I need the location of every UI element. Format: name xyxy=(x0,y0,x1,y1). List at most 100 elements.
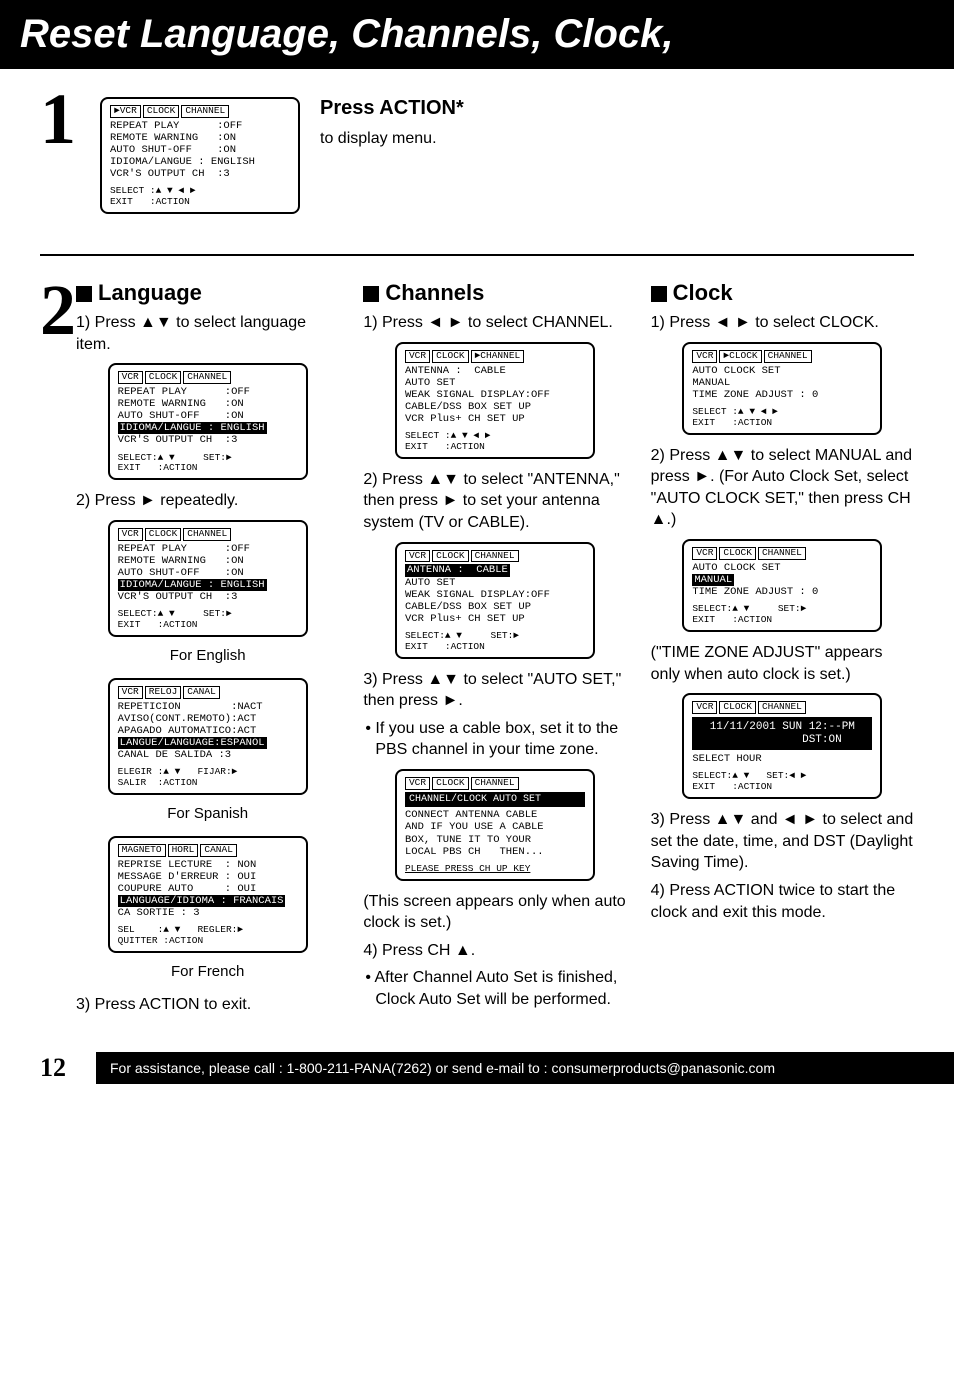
tab: CLOCK xyxy=(432,550,469,563)
page-footer: 12 For assistance, please call : 1-800-2… xyxy=(0,1052,954,1084)
clk-i3: 3) Press ▲▼ and ◄ ► to select and set th… xyxy=(651,809,914,874)
ch-b4: • After Channel Auto Set is finished, Cl… xyxy=(363,967,626,1010)
lang-screen-fr: MAGNETO HORL CANAL REPRISE LECTURE : NON… xyxy=(108,836,308,953)
tab: CLOCK xyxy=(432,350,469,363)
row: AVISO(CONT.REMOTO):ACT xyxy=(118,713,298,725)
row-hl: ANTENNA : CABLE xyxy=(405,564,510,576)
row: MANUAL xyxy=(692,377,872,389)
row: CABLE/DSS BOX SET UP xyxy=(405,601,585,613)
tab-channel: CHANNEL xyxy=(181,105,229,118)
row: VCR'S OUTPUT CH :3 xyxy=(118,591,298,603)
assist-text: For assistance, please call : 1-800-211-… xyxy=(96,1052,954,1084)
row: AUTO SET xyxy=(405,377,585,389)
row-hl: LANGUE/LANGUAGE:ESPANOL xyxy=(118,737,267,749)
tab: CHANNEL xyxy=(758,701,806,714)
tab-clock: CLOCK xyxy=(143,105,180,118)
row: TIME ZONE ADJUST : 0 xyxy=(692,586,872,598)
lang-i2: 2) Press ► repeatedly. xyxy=(76,490,339,512)
step1-screen: ►VCR CLOCK CHANNEL REPEAT PLAY :OFF REMO… xyxy=(100,97,300,214)
ch-screen-c: VCR CLOCK CHANNEL CHANNEL/CLOCK AUTO SET… xyxy=(395,769,595,881)
tab: CHANNEL xyxy=(183,371,231,384)
tab: CLOCK xyxy=(145,371,182,384)
tab: CANAL xyxy=(200,844,237,857)
row: REPETICION :NACT xyxy=(118,701,298,713)
row: REMOTE WARNING :ON xyxy=(118,398,298,410)
tab: CHANNEL xyxy=(183,528,231,541)
footer: SELECT:▲ ▼ SET:► EXIT :ACTION xyxy=(692,604,872,626)
tab: CLOCK xyxy=(719,547,756,560)
row: REMOTE WARNING :ON xyxy=(118,555,298,567)
s1-footer: SELECT :▲ ▼ ◄ ► EXIT :ACTION xyxy=(110,186,290,208)
col-language: Language 1) Press ▲▼ to select language … xyxy=(76,280,339,1022)
row: TIME ZONE ADJUST : 0 xyxy=(692,389,872,401)
row: WEAK SIGNAL DISPLAY:OFF xyxy=(405,589,585,601)
step-1-number: 1 xyxy=(40,89,100,150)
row: AUTO CLOCK SET xyxy=(692,365,872,377)
row: WEAK SIGNAL DISPLAY:OFF xyxy=(405,389,585,401)
tab: CLOCK xyxy=(432,777,469,790)
clk-screen-b: VCR CLOCK CHANNEL AUTO CLOCK SET MANUAL … xyxy=(682,539,882,632)
tab: VCR xyxy=(118,686,143,699)
ch-i2: 2) Press ▲▼ to select "ANTENNA," then pr… xyxy=(363,469,626,534)
lang-title-text: Language xyxy=(98,280,202,305)
row-hl: LANGUAGE/IDIOMA : FRANCAIS xyxy=(118,895,286,907)
s1-row: VCR'S OUTPUT CH :3 xyxy=(110,168,290,180)
footer: SELECT :▲ ▼ ◄ ► EXIT :ACTION xyxy=(692,407,872,429)
lang-screen-en: VCR CLOCK CHANNEL REPEAT PLAY :OFF REMOT… xyxy=(108,520,308,637)
row: AUTO SHUT-OFF :ON xyxy=(118,567,298,579)
lang-i3: 3) Press ACTION to exit. xyxy=(76,994,339,1016)
ch-b3: • If you use a cable box, set it to the … xyxy=(363,718,626,761)
clk-i4: 4) Press ACTION twice to start the clock… xyxy=(651,880,914,923)
clk-screen-a: VCR ►CLOCK CHANNEL AUTO CLOCK SET MANUAL… xyxy=(682,342,882,435)
tab: CHANNEL xyxy=(471,777,519,790)
lang-i1: 1) Press ▲▼ to select language item. xyxy=(76,312,339,355)
ch-title: Channels xyxy=(363,280,626,306)
row-hl: MANUAL xyxy=(692,574,734,586)
ch-title-text: Channels xyxy=(385,280,484,305)
tab: HORL xyxy=(168,844,199,857)
row: AUTO SET xyxy=(405,577,585,589)
row: AND IF YOU USE A CABLE xyxy=(405,821,585,833)
row: VCR'S OUTPUT CH :3 xyxy=(118,434,298,446)
row: MESSAGE D'ERREUR : OUI xyxy=(118,871,298,883)
row: VCR Plus+ CH SET UP xyxy=(405,613,585,625)
row: SELECT HOUR xyxy=(692,753,872,765)
clk-i2: 2) Press ▲▼ to select MANUAL and press ►… xyxy=(651,445,914,531)
page-number: 12 xyxy=(0,1053,96,1083)
datetime: 11/11/2001 SUN 12:--PM DST:ON xyxy=(692,717,872,750)
tab: VCR xyxy=(692,547,717,560)
ch-i4: 4) Press CH ▲. xyxy=(363,940,626,962)
step1-sub: to display menu. xyxy=(320,128,914,150)
footer: SELECT:▲ ▼ SET:► EXIT :ACTION xyxy=(118,609,298,631)
tab: ►CLOCK xyxy=(719,350,761,363)
ch-i1: 1) Press ◄ ► to select CHANNEL. xyxy=(363,312,626,334)
clk-note: ("TIME ZONE ADJUST" appears only when au… xyxy=(651,642,914,685)
tab: VCR xyxy=(405,777,430,790)
row: COUPURE AUTO : OUI xyxy=(118,883,298,895)
tab: CANAL xyxy=(183,686,220,699)
row: CA SORTIE : 3 xyxy=(118,907,298,919)
tab: VCR xyxy=(118,528,143,541)
footer: SELECT:▲ ▼ SET:► EXIT :ACTION xyxy=(118,453,298,475)
lang-screen-1: VCR CLOCK CHANNEL REPEAT PLAY :OFF REMOT… xyxy=(108,363,308,480)
lang-title: Language xyxy=(76,280,339,306)
tab-vcr: ►VCR xyxy=(110,105,141,118)
row: APAGADO AUTOMATICO:ACT xyxy=(118,725,298,737)
footer: SELECT :▲ ▼ ◄ ► EXIT :ACTION xyxy=(405,431,585,453)
cap-es: For Spanish xyxy=(76,805,339,822)
tab: VCR xyxy=(692,350,717,363)
s1-row: AUTO SHUT-OFF :ON xyxy=(110,144,290,156)
row: LOCAL PBS CH THEN... xyxy=(405,846,585,858)
divider xyxy=(40,254,914,256)
big-hl: CHANNEL/CLOCK AUTO SET xyxy=(405,792,585,808)
tab: ►CHANNEL xyxy=(471,350,525,363)
page-title: Reset Language, Channels, Clock, xyxy=(0,0,954,69)
row: CANAL DE SALIDA :3 xyxy=(118,749,298,761)
row: REPEAT PLAY :OFF xyxy=(118,543,298,555)
tab: RELOJ xyxy=(145,686,182,699)
ch-screen-a: VCR CLOCK ►CHANNEL ANTENNA : CABLE AUTO … xyxy=(395,342,595,459)
step1-heading: Press ACTION* xyxy=(320,95,914,122)
tab: CLOCK xyxy=(719,701,756,714)
row: REPEAT PLAY :OFF xyxy=(118,386,298,398)
col-channels: Channels 1) Press ◄ ► to select CHANNEL.… xyxy=(363,280,626,1022)
